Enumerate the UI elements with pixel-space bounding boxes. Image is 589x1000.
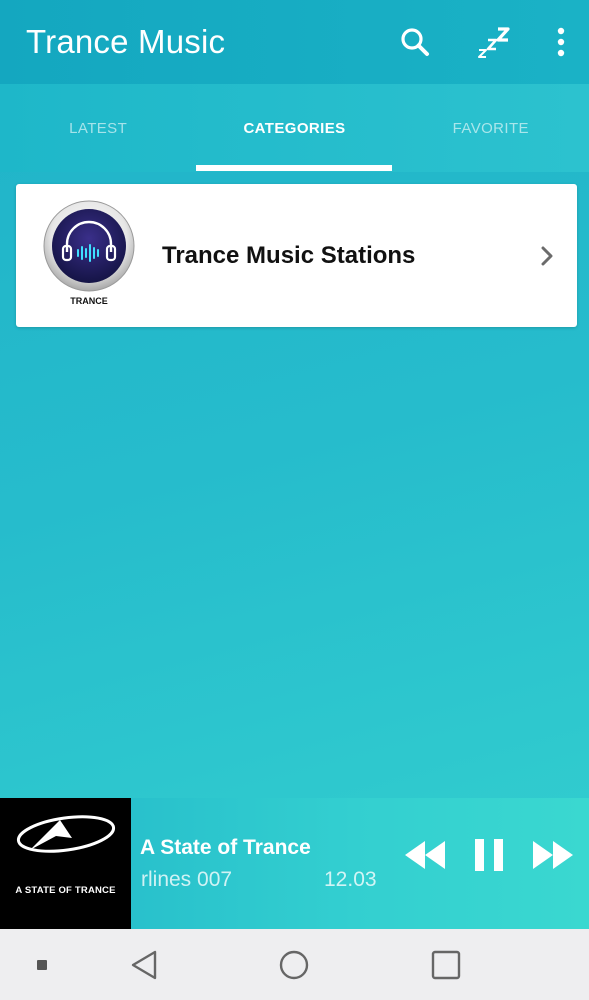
- search-icon[interactable]: [395, 22, 435, 62]
- more-vert-icon[interactable]: [551, 22, 571, 62]
- category-card[interactable]: TRANCE Trance Music Stations: [16, 184, 577, 327]
- category-title: Trance Music Stations: [162, 241, 416, 269]
- app-bar: Trance Music: [0, 0, 589, 84]
- tab-bar: LATEST CATEGORIES FAVORITE: [0, 84, 589, 172]
- mini-player[interactable]: A STATE OF TRANCE A State of Trance rlin…: [0, 798, 589, 929]
- fast-forward-icon[interactable]: [531, 839, 575, 871]
- system-nav-bar: [0, 929, 589, 1000]
- player-track-marquee: rlines 007 12.03: [131, 866, 381, 896]
- station-artwork: A STATE OF TRANCE: [0, 798, 131, 929]
- tab-latest[interactable]: LATEST: [0, 84, 196, 172]
- player-controls: [403, 838, 575, 872]
- rewind-icon[interactable]: [403, 839, 447, 871]
- marquee-text-right: 12.03: [324, 868, 377, 891]
- artwork-caption: A STATE OF TRANCE: [15, 885, 116, 896]
- app-bar-actions: [395, 22, 571, 62]
- recents-icon[interactable]: [424, 929, 468, 1000]
- category-thumbnail: TRANCE: [16, 184, 162, 327]
- category-thumbnail-label: TRANCE: [70, 296, 108, 306]
- chevron-right-icon: [517, 184, 577, 327]
- sleep-timer-icon[interactable]: [473, 22, 513, 62]
- home-icon[interactable]: [272, 929, 316, 1000]
- tab-categories[interactable]: CATEGORIES: [196, 84, 392, 172]
- pause-icon[interactable]: [473, 838, 505, 872]
- tab-favorite[interactable]: FAVORITE: [393, 84, 589, 172]
- player-station-title: A State of Trance: [140, 836, 311, 859]
- asot-logo-icon: [16, 815, 116, 853]
- marquee-text-left: rlines 007: [141, 868, 233, 891]
- back-icon[interactable]: [122, 929, 166, 1000]
- app-title: Trance Music: [26, 23, 226, 60]
- active-tab-indicator: [196, 165, 392, 171]
- menu-dot-icon[interactable]: [30, 929, 54, 1000]
